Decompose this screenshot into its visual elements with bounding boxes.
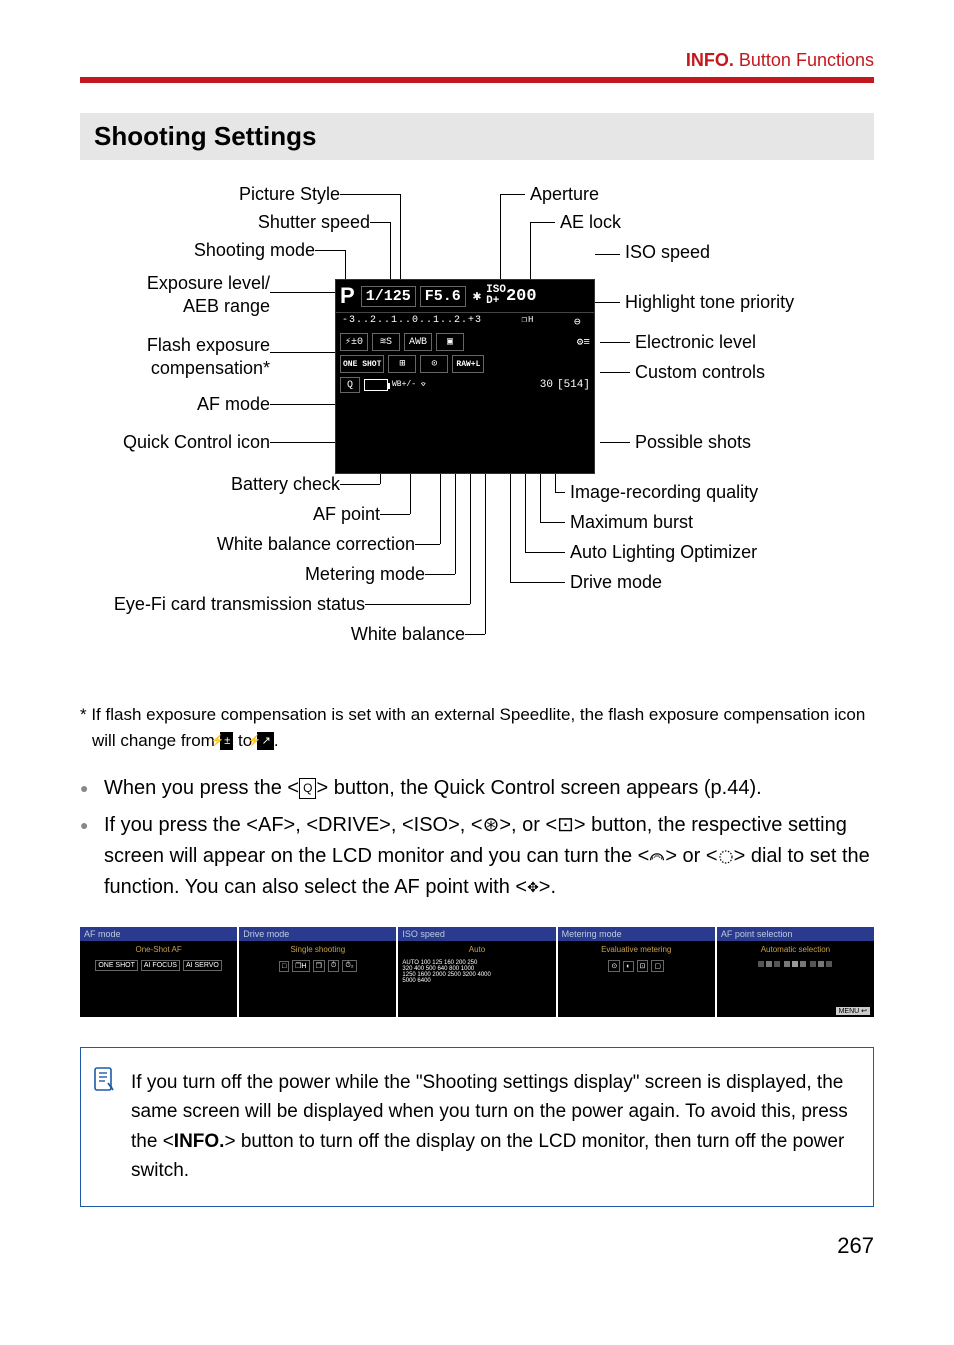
ae-lock-icon: ✱ xyxy=(473,288,481,305)
label-af-mode: AF mode xyxy=(80,394,270,415)
awb-icon: AWB xyxy=(404,333,432,351)
main-dial-icon xyxy=(649,849,665,865)
note-text-b: > button to turn off the display on the … xyxy=(131,1131,844,1181)
thumb-drive-chips: □ ❐H ❐ ⏱ ⏱₂ xyxy=(239,958,396,974)
label-shutter-speed: Shutter speed xyxy=(80,212,370,233)
lcd-shutter: 1/125 xyxy=(361,286,416,307)
label-eyefi: Eye-Fi card transmission status xyxy=(50,594,365,615)
bullet-list: When you press the <Q> button, the Quick… xyxy=(80,773,874,903)
lcd-exposure-scale: -3..2..1..0..1..2.+3 xyxy=(342,315,482,329)
header-rest: Button Functions xyxy=(734,50,874,70)
flash-comp-icon: ⚡±0 xyxy=(340,333,368,351)
label-possible-shots: Possible shots xyxy=(635,432,751,453)
label-wb-correction: White balance correction xyxy=(80,534,415,555)
label-flash-exp-comp: Flash exposurecompensation* xyxy=(80,334,270,381)
lcd-shooting-mode: P xyxy=(340,283,355,309)
thumb-iso-body: AUTO 100 125 160 200 250 320 400 500 640… xyxy=(398,958,555,986)
page-number: 267 xyxy=(80,1233,874,1259)
menu-back-icon: MENU ↩ xyxy=(836,1007,870,1015)
label-image-quality: Image-recording quality xyxy=(570,482,758,503)
label-drive-mode: Drive mode xyxy=(570,572,662,593)
label-aperture: Aperture xyxy=(530,184,599,205)
thumb-afpoint-grid xyxy=(717,958,874,969)
lcd-shots: [514] xyxy=(557,379,590,391)
q-button-icon: Q xyxy=(299,778,316,799)
thumb-metering-chips: ⊙ ◐ ⊡ ▢ xyxy=(558,958,715,974)
label-custom-controls: Custom controls xyxy=(635,362,765,383)
lcd-aperture: F5.6 xyxy=(420,286,466,307)
electronic-level-icon: ⊖ xyxy=(574,315,588,329)
picture-style-icon: ≋S xyxy=(372,333,400,351)
af-key-label: AF xyxy=(258,814,284,836)
label-exposure-level: Exposure level/AEB range xyxy=(80,272,270,319)
note-info-key: INFO. xyxy=(174,1131,225,1152)
label-shooting-mode: Shooting mode xyxy=(80,240,315,261)
quick-dial-icon xyxy=(718,849,734,865)
thumb-iso-speed: ISO speed Auto AUTO 100 125 160 200 250 … xyxy=(398,927,557,1017)
label-iso-speed: ISO speed xyxy=(625,242,710,263)
drive-key-label: DRIVE xyxy=(318,814,379,836)
label-battery-check: Battery check xyxy=(80,474,340,495)
label-max-burst: Maximum burst xyxy=(570,512,693,533)
metering-key-icon: ⊛ xyxy=(483,814,500,836)
footnote: * If flash exposure compensation is set … xyxy=(80,702,874,753)
lcd-af-mode: ONE SHOT xyxy=(340,355,384,373)
af-point-grid-icon: ⊞ xyxy=(388,355,416,373)
label-metering-mode: Metering mode xyxy=(80,564,425,585)
label-auto-lighting: Auto Lighting Optimizer xyxy=(570,542,757,563)
note-icon xyxy=(93,1066,115,1092)
header-divider xyxy=(80,77,874,83)
label-af-point: AF point xyxy=(80,504,380,525)
custom-controls-icon: ⚙≡ xyxy=(577,335,590,349)
thumb-metering-mode: Metering mode Evaluative metering ⊙ ◐ ⊡ … xyxy=(558,927,717,1017)
lcd-quality: RAW+L xyxy=(452,355,484,373)
page-header: INFO. Button Functions xyxy=(80,50,874,71)
label-picture-style: Picture Style xyxy=(80,184,340,205)
settings-diagram: Picture Style Shutter speed Shooting mod… xyxy=(80,184,874,684)
flash-comp-internal-icon: ⚡± xyxy=(220,732,234,751)
flash-comp-external-icon: ⚡↗ xyxy=(257,732,274,751)
bullet-2: If you press the <AF>, <DRIVE>, <ISO>, <… xyxy=(80,810,874,903)
battery-icon xyxy=(364,379,388,391)
label-highlight-tone: Highlight tone priority xyxy=(625,292,794,313)
bullet-1: When you press the <Q> button, the Quick… xyxy=(80,773,874,804)
thumb-drive-mode: Drive mode Single shooting □ ❐H ❐ ⏱ ⏱₂ xyxy=(239,927,398,1017)
thumbnail-row: AF mode One-Shot AF ONE SHOT AI FOCUS AI… xyxy=(80,927,874,1017)
metering-icon: ⊙ xyxy=(420,355,448,373)
drive-high-icon: ❐H xyxy=(522,315,535,329)
thumb-af-mode: AF mode One-Shot AF ONE SHOT AI FOCUS AI… xyxy=(80,927,239,1017)
note-box: If you turn off the power while the "Sho… xyxy=(80,1047,874,1207)
header-info-key: INFO. xyxy=(686,50,734,70)
iso-key-label: ISO xyxy=(414,814,448,836)
thumb-af-point-selection: AF point selection Automatic selection M… xyxy=(717,927,874,1017)
label-electronic-level: Electronic level xyxy=(635,332,756,353)
label-ae-lock: AE lock xyxy=(560,212,621,233)
eyefi-icon: ⌔ xyxy=(420,378,427,392)
section-title: Shooting Settings xyxy=(80,113,874,160)
auto-lighting-icon: ▣ xyxy=(436,333,464,351)
quick-control-icon: Q xyxy=(340,377,360,393)
lcd-screen: P 1/125 F5.6 ✱ ISO D+ 200 -3..2..1..0..1… xyxy=(335,279,595,474)
lcd-burst: 30 xyxy=(540,379,553,391)
afpoint-key-icon: ⊡ xyxy=(557,814,574,836)
thumb-af-chips: ONE SHOT AI FOCUS AI SERVO xyxy=(80,958,237,973)
label-quick-control-icon: Quick Control icon xyxy=(50,432,270,453)
multicontroller-icon: ✥ xyxy=(527,877,539,899)
lcd-iso-value: 200 xyxy=(506,287,537,306)
lcd-dplus: D+ xyxy=(486,296,506,307)
wb-shift-icon: WB+/- xyxy=(392,381,416,389)
label-white-balance: White balance xyxy=(80,624,465,645)
